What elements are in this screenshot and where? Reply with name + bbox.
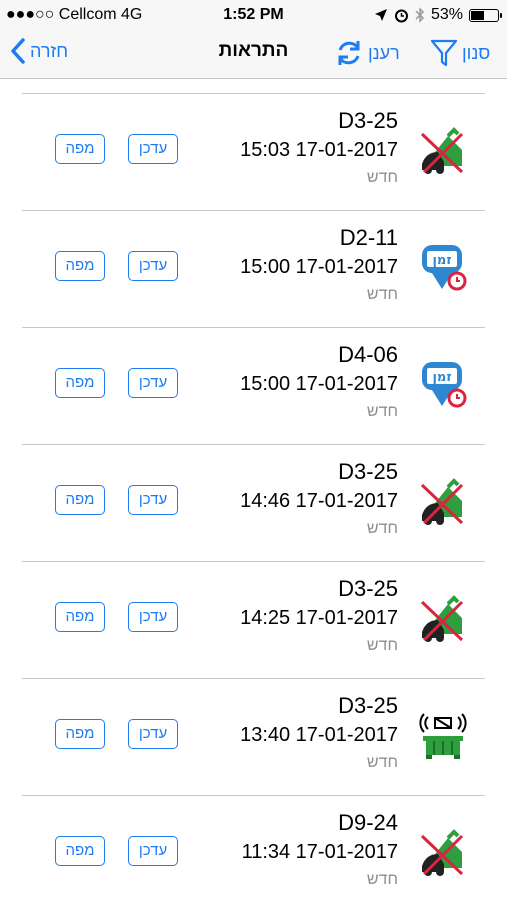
alert-code: D2-11 xyxy=(339,225,398,250)
alert-datetime: 15:00 17-01-2017 xyxy=(240,256,398,278)
pin-label: זמן xyxy=(432,253,451,268)
alert-code: D3-25 xyxy=(338,576,398,601)
alert-row[interactable]: D3-25 14:46 17-01-2017 חדש עדכן מפה xyxy=(0,445,507,562)
time-pin-icon: זמן xyxy=(418,243,468,293)
alert-code: D3-25 xyxy=(338,693,398,718)
alert-row[interactable]: D3-25 15:03 17-01-2017 חדש עדכן מפה xyxy=(0,94,507,211)
refresh-label: רענן xyxy=(368,42,400,63)
alert-row[interactable]: D4-06 15:00 17-01-2017 חדש זמן עדכן מפה xyxy=(0,328,507,445)
alert-datetime: 15:00 17-01-2017 xyxy=(240,373,398,395)
map-button[interactable]: מפה xyxy=(55,485,105,515)
update-button[interactable]: עדכן xyxy=(128,134,178,164)
alert-status: חדש xyxy=(366,286,398,303)
map-button[interactable]: מפה xyxy=(55,134,105,164)
status-right: 53% xyxy=(374,6,502,24)
update-button[interactable]: עדכן xyxy=(128,719,178,749)
navigation-bar: חזרה התראות רענן סנון xyxy=(0,30,507,79)
alert-code: D3-25 xyxy=(338,108,398,133)
refresh-icon xyxy=(338,41,360,65)
alert-status: חדש xyxy=(366,637,398,654)
bin-signal-icon xyxy=(418,711,468,761)
map-button[interactable]: מפה xyxy=(55,719,105,749)
alarm-icon xyxy=(394,9,408,22)
alert-code: D3-25 xyxy=(338,459,398,484)
alert-datetime: 15:03 17-01-2017 xyxy=(240,139,398,161)
update-button[interactable]: עדכן xyxy=(128,836,178,866)
alert-datetime: 13:40 17-01-2017 xyxy=(240,724,398,746)
filter-button[interactable]: סנון xyxy=(430,38,490,68)
update-button[interactable]: עדכן xyxy=(128,368,178,398)
alert-status: חדש xyxy=(366,871,398,888)
location-arrow-icon xyxy=(374,9,387,21)
no-access-truck-icon xyxy=(418,126,468,176)
update-button[interactable]: עדכן xyxy=(128,485,178,515)
alert-code: D9-24 xyxy=(338,810,398,835)
pin-label: זמן xyxy=(432,370,451,385)
alert-datetime: 14:46 17-01-2017 xyxy=(240,490,398,512)
alert-status: חדש xyxy=(366,520,398,537)
update-button[interactable]: עדכן xyxy=(128,602,178,632)
alert-code: D4-06 xyxy=(338,342,398,367)
map-button[interactable]: מפה xyxy=(55,602,105,632)
map-button[interactable]: מפה xyxy=(55,836,105,866)
alert-row[interactable]: D3-25 13:40 17-01-2017 חדש עדכן מפה xyxy=(0,679,507,796)
no-access-truck-icon xyxy=(418,477,468,527)
alert-row[interactable]: D9-24 11:34 17-01-2017 חדש עדכן מפה xyxy=(0,796,507,900)
battery-icon xyxy=(469,8,502,22)
update-button[interactable]: עדכן xyxy=(128,251,178,281)
alert-datetime: 14:25 17-01-2017 xyxy=(240,607,398,629)
battery-percent: 53% xyxy=(430,6,463,23)
bluetooth-icon xyxy=(415,7,425,23)
filter-funnel-icon xyxy=(430,39,458,67)
no-access-truck-icon xyxy=(418,594,468,644)
time-pin-icon: זמן xyxy=(418,360,468,410)
status-bar: ●●●○○ Cellcom 4G 1:52 PM 53% xyxy=(0,0,507,30)
filter-label: סנון xyxy=(462,42,491,63)
alert-datetime: 11:34 17-01-2017 xyxy=(241,841,398,863)
alert-status: חדש xyxy=(366,169,398,186)
alert-status: חדש xyxy=(366,403,398,420)
alert-row[interactable]: D2-11 15:00 17-01-2017 חדש זמן עדכן מפה xyxy=(0,211,507,328)
map-button[interactable]: מפה xyxy=(55,251,105,281)
alert-row[interactable]: D3-25 14:25 17-01-2017 חדש עדכן מפה xyxy=(0,562,507,679)
map-button[interactable]: מפה xyxy=(55,368,105,398)
alerts-list[interactable]: D3-25 15:03 17-01-2017 חדש עדכן מפה D2-11 15:0… xyxy=(0,79,507,900)
refresh-button[interactable]: רענן xyxy=(334,38,400,68)
alert-status: חדש xyxy=(366,754,398,771)
no-access-truck-icon xyxy=(418,828,468,878)
